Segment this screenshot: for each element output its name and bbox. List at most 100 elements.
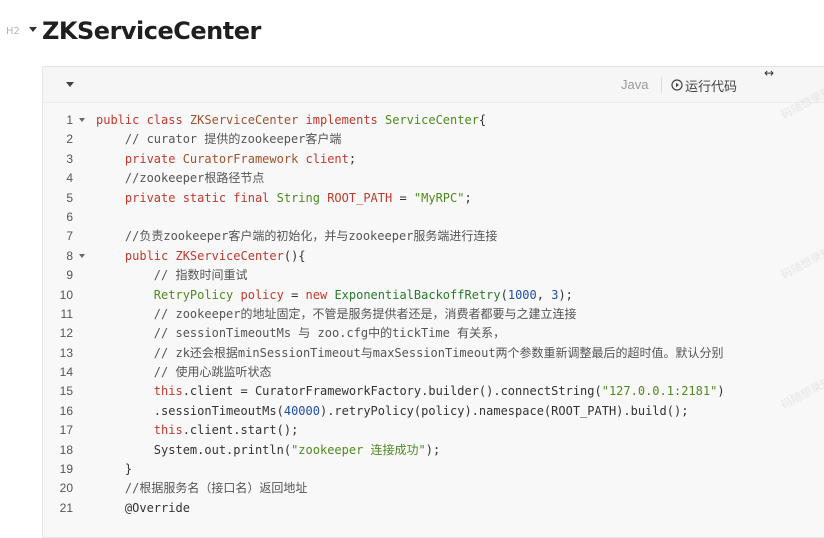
code-block: Java 运行代码 1 public class ZKServiceCenter …: [42, 66, 824, 538]
code-text: private static final String ROOT_PATH = …: [96, 189, 472, 208]
line-number: 5: [66, 190, 73, 205]
code-line: 13 // zk还会根据minSessionTimeout与maxSession…: [43, 344, 824, 363]
code-token: );: [425, 442, 441, 457]
line-number: 1: [66, 113, 73, 127]
code-line: 4 //zookeeper根路径节点: [43, 169, 824, 188]
code-token: String: [276, 190, 328, 205]
code-text: public ZKServiceCenter(){: [96, 247, 306, 266]
code-token: }: [96, 462, 133, 477]
code-token: ZKServiceCenter: [175, 248, 284, 263]
code-text: // 使用心跳监听状态: [96, 363, 272, 382]
run-code-button[interactable]: 运行代码: [671, 76, 738, 95]
code-token: new: [305, 287, 335, 302]
line-number: 20: [59, 481, 73, 496]
code-token: // 指数时间重试: [96, 268, 248, 283]
code-line: 3 private CuratorFramework client;: [43, 150, 824, 169]
code-token: ZKServiceCenter: [189, 113, 306, 127]
code-token: this: [96, 384, 183, 399]
code-line: 16 .sessionTimeoutMs(40000).retryPolicy(…: [43, 402, 824, 421]
code-text: this.client = CuratorFrameworkFactory.bu…: [96, 382, 725, 401]
play-circle-icon: [671, 79, 683, 91]
code-token: //zookeeper根路径节点: [96, 171, 265, 186]
heading-level-marker: H2: [6, 26, 20, 37]
run-code-label: 运行代码: [685, 79, 738, 95]
code-token: policy: [240, 287, 292, 302]
code-line: 20 //根据服务名（接口名）返回地址: [43, 479, 824, 498]
code-line: 6: [43, 208, 824, 227]
code-line: 2 // curator 提供的zookeeper客户端: [43, 130, 824, 149]
code-token: implements: [305, 113, 385, 127]
code-token: //根据服务名（接口名）返回地址: [96, 481, 308, 496]
code-text: //zookeeper根路径节点: [96, 169, 264, 188]
code-token: // sessionTimeoutMs 与 zoo.cfg中的tickTime …: [96, 326, 506, 341]
line-number: 4: [66, 171, 73, 186]
line-number: 16: [59, 403, 73, 418]
line-number: 15: [59, 384, 73, 399]
code-token: "127.0.0.1:2181": [601, 384, 718, 399]
code-token: ): [717, 384, 725, 399]
code-line: 17 this.client.start();: [43, 421, 824, 440]
code-token: ROOT_PATH: [327, 190, 400, 205]
code-token: =: [399, 190, 414, 205]
code-token: private static final: [96, 190, 277, 205]
code-token: @Override: [96, 500, 190, 515]
code-token: (: [500, 287, 508, 302]
code-token: "zookeeper 连接成功": [291, 442, 426, 457]
code-token: ;: [464, 190, 472, 205]
code-text: //负责zookeeper客户端的初始化，并与zookeeper服务端进行连接: [96, 227, 498, 246]
code-line: 8 public ZKServiceCenter(){: [43, 247, 824, 266]
line-number: 10: [59, 287, 73, 302]
line-number: 12: [59, 326, 73, 341]
code-line: 10 RetryPolicy policy = new ExponentialB…: [43, 286, 824, 305]
code-line: 1 public class ZKServiceCenter implements…: [43, 111, 824, 130]
line-number: 3: [66, 151, 73, 166]
fold-caret-icon[interactable]: [79, 118, 85, 122]
code-token: // 使用心跳监听状态: [96, 365, 272, 380]
code-text: // curator 提供的zookeeper客户端: [96, 130, 342, 149]
code-token: .client.start();: [182, 423, 299, 438]
line-number: 9: [66, 268, 73, 283]
code-token: client: [305, 151, 349, 166]
heading-collapse-caret-icon[interactable]: [29, 27, 37, 32]
code-line: 5 private static final String ROOT_PATH …: [43, 189, 824, 208]
code-token: (){: [283, 248, 306, 263]
heading-row: H2 ZKServiceCenter: [0, 14, 400, 50]
code-token: ).retryPolicy(policy).namespace(ROOT_PAT…: [319, 403, 689, 418]
code-collapse-caret-icon[interactable]: [66, 82, 74, 87]
code-line: 14 // 使用心跳监听状态: [43, 363, 824, 382]
code-token: ServiceCenter: [385, 113, 479, 127]
code-token: public class: [96, 113, 190, 127]
code-body[interactable]: 1 public class ZKServiceCenter implements…: [43, 111, 824, 518]
code-line: 7 //负责zookeeper客户端的初始化，并与zookeeper服务端进行连…: [43, 227, 824, 246]
code-line: 9 // 指数时间重试: [43, 266, 824, 285]
code-toolbar: Java 运行代码: [43, 67, 824, 103]
code-text: .sessionTimeoutMs(40000).retryPolicy(pol…: [96, 402, 689, 421]
expand-collapse-icon[interactable]: ↔: [764, 66, 774, 80]
code-text: }: [96, 460, 132, 479]
code-token: //负责zookeeper客户端的初始化，并与zookeeper服务端进行连接: [96, 229, 498, 244]
code-token: 40000: [283, 403, 320, 418]
line-number: 8: [66, 248, 73, 263]
code-text: //根据服务名（接口名）返回地址: [96, 479, 307, 498]
code-token: );: [558, 287, 573, 302]
code-token: this: [96, 423, 183, 438]
code-token: ,: [536, 287, 552, 302]
code-token: ExponentialBackoffRetry: [334, 287, 501, 302]
code-text: public class ZKServiceCenter implements …: [96, 111, 486, 130]
code-text: // 指数时间重试: [96, 266, 248, 285]
fold-caret-icon[interactable]: [79, 253, 85, 258]
code-line: 15 this.client = CuratorFrameworkFactory…: [43, 382, 824, 401]
code-language-label[interactable]: Java: [621, 77, 648, 92]
code-line: 11 // zookeeper的地址固定，不管是服务提供者还是，消费者都要与之建…: [43, 305, 824, 324]
line-number: 6: [66, 209, 73, 224]
code-text: // zookeeper的地址固定，不管是服务提供者还是，消费者都要与之建立连接: [96, 305, 577, 324]
code-text: // sessionTimeoutMs 与 zoo.cfg中的tickTime …: [96, 324, 505, 343]
line-number: 19: [59, 462, 73, 477]
line-number: 13: [59, 345, 73, 360]
code-line: 19 }: [43, 460, 824, 479]
code-token: "MyRPC": [413, 190, 465, 205]
code-token: // curator 提供的zookeeper客户端: [96, 132, 342, 147]
line-number: 18: [59, 442, 73, 457]
code-text: RetryPolicy policy = new ExponentialBack…: [96, 286, 573, 305]
code-token: public: [96, 248, 176, 263]
